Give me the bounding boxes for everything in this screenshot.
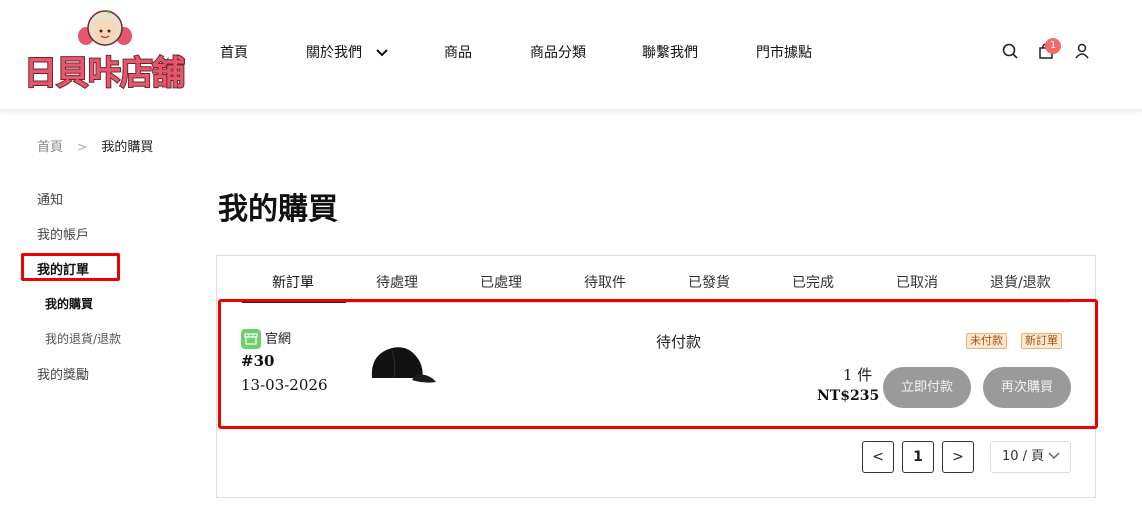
site-header: 日貝咔店舖 首頁 關於我們 商品 商品分類 聯繫我們 門市據點 1	[0, 0, 1142, 110]
pagination-prev-button[interactable]: <	[862, 441, 894, 473]
breadcrumb-current: 我的購買	[101, 140, 154, 155]
chevron-left-icon: <	[872, 449, 884, 465]
nav-about[interactable]: 關於我們	[306, 42, 388, 64]
nav-about-label: 關於我們	[306, 45, 362, 61]
nav-contact[interactable]: 聯繫我們	[642, 42, 698, 64]
tab-shipped[interactable]: 已發貨	[688, 272, 730, 292]
tab-awaiting-pickup[interactable]: 待取件	[584, 272, 626, 292]
sidebar-subitem-returns[interactable]: 我的退貨/退款	[45, 330, 121, 347]
tab-processed[interactable]: 已處理	[480, 272, 522, 292]
tab-returns[interactable]: 退貨/退款	[990, 272, 1051, 292]
sidebar-item-account[interactable]: 我的帳戶	[37, 224, 89, 243]
pagination-next-button[interactable]: >	[942, 441, 974, 473]
breadcrumb-home[interactable]: 首頁	[37, 140, 63, 155]
search-icon[interactable]	[1001, 40, 1021, 62]
page-title: 我的購買	[218, 192, 338, 227]
tab-cancelled[interactable]: 已取消	[896, 272, 938, 292]
user-icon[interactable]	[1072, 40, 1092, 62]
highlight-box-orders	[21, 253, 120, 281]
sidebar-item-notifications[interactable]: 通知	[37, 189, 63, 208]
sidebar-item-rewards[interactable]: 我的獎勵	[37, 364, 89, 383]
nav-home[interactable]: 首頁	[220, 42, 248, 64]
page-size-select[interactable]: 10 / 頁	[990, 441, 1071, 473]
nav-stores[interactable]: 門市據點	[756, 42, 812, 64]
chevron-right-icon: >	[952, 449, 964, 465]
chevron-right-icon: >	[77, 140, 88, 154]
page-size-value: 10 / 頁	[1002, 449, 1045, 464]
tab-completed[interactable]: 已完成	[792, 272, 834, 292]
pagination-page-1[interactable]: 1	[902, 441, 934, 473]
logo-text: 日貝咔店舖	[23, 52, 186, 93]
nav-categories[interactable]: 商品分類	[530, 42, 586, 64]
chevron-down-icon	[376, 49, 388, 57]
breadcrumb: 首頁 > 我的購買	[37, 136, 153, 155]
chevron-down-icon	[1048, 452, 1060, 460]
brand-logo[interactable]: 日貝咔店舖	[23, 10, 186, 93]
nav-products[interactable]: 商品	[444, 42, 472, 64]
sidebar-subitem-purchases[interactable]: 我的購買	[45, 295, 93, 312]
tab-pending[interactable]: 待處理	[376, 272, 418, 292]
highlight-box-order	[218, 299, 1098, 429]
tab-new-orders[interactable]: 新訂單	[272, 272, 314, 292]
cart-count-badge: 1	[1045, 38, 1061, 54]
